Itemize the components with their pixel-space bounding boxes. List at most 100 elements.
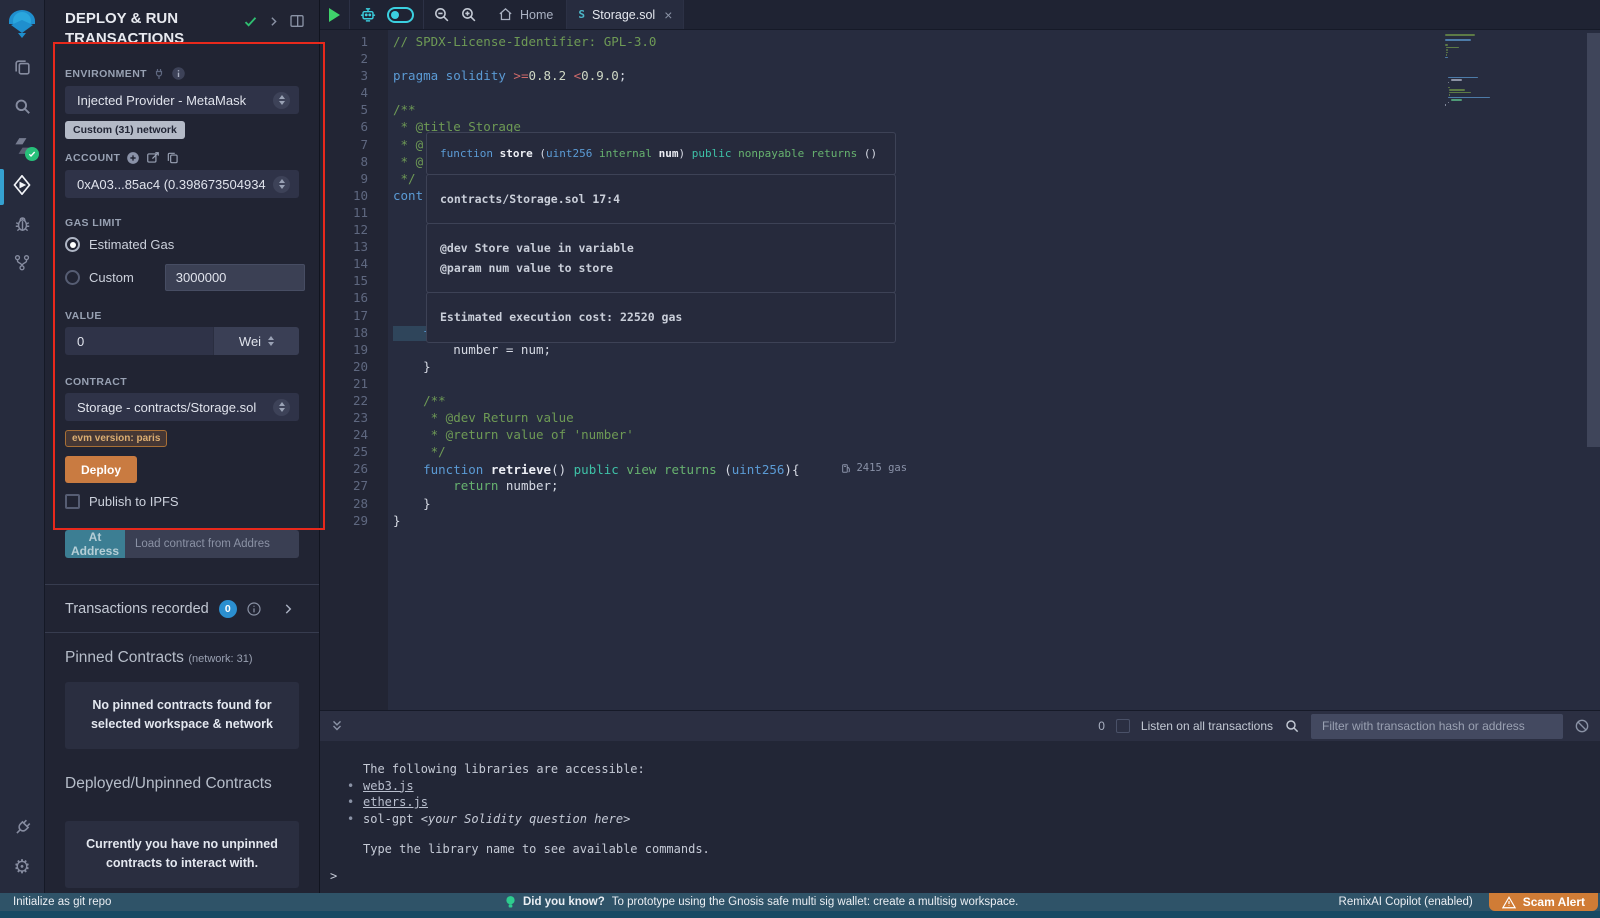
line-number: 20 — [320, 358, 368, 375]
copilot-status[interactable]: RemixAI Copilot (enabled) — [1339, 896, 1473, 908]
panel-title: DEPLOY & RUN TRANSACTIONS — [65, 9, 223, 48]
ai-robot-icon[interactable] — [359, 6, 377, 23]
tip-text: To prototype using the Gnosis safe multi… — [612, 896, 1019, 908]
tooltip-file-location: contracts/Storage.sol 17:4 — [426, 174, 896, 224]
editor-area: Home S Storage.sol × 1234567891011121314… — [320, 0, 1600, 893]
tab-home[interactable]: Home — [487, 7, 557, 22]
remix-logo-icon — [7, 9, 37, 41]
line-number: 10 — [320, 187, 368, 204]
code-line[interactable]: // SPDX-License-Identifier: GPL-3.0 — [393, 33, 1600, 50]
code-line[interactable]: number = num; — [393, 341, 1600, 358]
terminal-line: •sol-gpt <your Solidity question here> — [330, 811, 1600, 828]
copilot-toggle[interactable] — [387, 7, 414, 23]
code-line[interactable]: } — [393, 512, 1600, 529]
environment-info-icon[interactable] — [171, 66, 186, 81]
run-script-button[interactable] — [320, 0, 350, 29]
code-line[interactable] — [393, 50, 1600, 67]
code-line[interactable]: /** — [393, 101, 1600, 118]
code-token: * @dev Return value — [393, 410, 574, 425]
code-line[interactable]: } — [393, 358, 1600, 375]
environment-select[interactable]: Injected Provider - MetaMask — [65, 86, 299, 114]
code-token: uint256 — [546, 147, 592, 160]
terminal-tx-count: 0 — [1098, 719, 1105, 733]
terminal-prompt[interactable]: > — [330, 868, 1600, 885]
custom-gas-option[interactable]: Custom — [65, 264, 299, 291]
sidebar-item-debugger[interactable] — [0, 204, 45, 243]
sidebar-item-file-explorer[interactable] — [0, 48, 45, 87]
code-token: retrieve — [491, 462, 551, 477]
contract-select[interactable]: Storage - contracts/Storage.sol — [65, 393, 299, 421]
listen-all-checkbox[interactable] — [1116, 719, 1130, 733]
copy-account-icon[interactable] — [166, 151, 180, 165]
git-init-button[interactable]: Initialize as git repo — [0, 896, 111, 908]
add-account-icon[interactable] — [126, 151, 140, 165]
publish-ipfs-option[interactable]: Publish to IPFS — [65, 494, 299, 509]
code-line[interactable]: } — [393, 495, 1600, 512]
sign-message-icon[interactable] — [146, 151, 160, 165]
hover-tooltip: function store (uint256 internal num) pu… — [426, 133, 896, 343]
panel-ok-check-icon — [243, 14, 258, 29]
transactions-info-icon[interactable] — [246, 601, 262, 617]
at-address-input[interactable] — [125, 530, 299, 558]
code-line[interactable]: function retrieve() public view returns … — [393, 460, 1600, 477]
terminal-toolbar: 0 Listen on all transactions — [320, 710, 1600, 741]
collapse-chevron-icon[interactable] — [267, 15, 280, 28]
network-badge: Custom (31) network — [65, 121, 185, 139]
sidebar-item-deploy-run[interactable] — [0, 165, 45, 204]
code-line[interactable]: return number; — [393, 477, 1600, 494]
code-token — [804, 147, 811, 160]
zoom-in-icon[interactable] — [460, 6, 477, 23]
library-link[interactable]: ethers.js — [363, 795, 428, 809]
pinned-contracts-title: Pinned Contracts — [65, 649, 184, 666]
value-input[interactable] — [65, 327, 213, 355]
expand-transactions-icon[interactable] — [281, 602, 295, 616]
custom-gas-input[interactable] — [165, 264, 305, 291]
account-select[interactable]: 0xA03...85ac4 (0.398673504934 — [65, 170, 299, 198]
value-unit-select[interactable]: Wei — [213, 327, 299, 355]
code-token: 0.9.0 — [581, 68, 619, 83]
code-token: ; — [619, 68, 627, 83]
code-token: pragma solidity — [393, 68, 513, 83]
editor-toolbar: Home S Storage.sol × — [320, 0, 1600, 30]
editor-scrollbar[interactable] — [1587, 33, 1600, 447]
minimap-line — [1445, 39, 1471, 41]
scam-alert-button[interactable]: Scam Alert — [1489, 893, 1598, 911]
tab-storage-sol[interactable]: S Storage.sol × — [567, 0, 684, 29]
pin-panel-icon[interactable] — [289, 13, 305, 29]
sidebar-item-settings[interactable]: ⚙ — [0, 847, 45, 886]
sidebar-item-git[interactable] — [0, 243, 45, 282]
line-number: 25 — [320, 443, 368, 460]
code-line[interactable] — [393, 375, 1600, 392]
code-token: } — [393, 513, 401, 528]
sidebar-item-search[interactable] — [0, 87, 45, 126]
library-link[interactable]: web3.js — [363, 779, 414, 793]
gas-estimate-badge: 2415 gas — [841, 460, 907, 477]
remix-ai-assistant-button[interactable] — [0, 2, 45, 48]
terminal-filter-input[interactable] — [1311, 714, 1563, 739]
chevron-updown-icon — [273, 399, 290, 416]
code-line[interactable]: * @return value of 'number' — [393, 426, 1600, 443]
code-token: } — [393, 359, 431, 374]
code-line[interactable]: /** — [393, 392, 1600, 409]
sidebar-item-plugin-manager[interactable] — [0, 808, 45, 847]
code-line[interactable]: pragma solidity >=0.8.2 <0.9.0; — [393, 67, 1600, 84]
code-line[interactable]: */ — [393, 443, 1600, 460]
code-line[interactable]: * @dev Return value — [393, 409, 1600, 426]
expand-terminal-icon[interactable] — [330, 719, 344, 733]
code-line[interactable] — [393, 84, 1600, 101]
minimap[interactable] — [1445, 34, 1540, 107]
close-tab-icon[interactable]: × — [664, 7, 672, 23]
estimated-gas-option[interactable]: Estimated Gas — [65, 237, 299, 252]
terminal-output[interactable]: The following libraries are accessible:•… — [320, 741, 1600, 893]
code-editor[interactable]: 1234567891011121314151617181920212223242… — [320, 30, 1600, 710]
tab-home-label: Home — [520, 8, 553, 22]
code-token: ( — [717, 462, 732, 477]
clear-console-icon[interactable] — [1574, 718, 1590, 734]
zoom-out-icon[interactable] — [433, 6, 450, 23]
at-address-button[interactable]: At Address — [65, 530, 125, 558]
code-token: * @ — [393, 154, 423, 169]
sidebar-item-solidity-compiler[interactable] — [0, 126, 45, 165]
deploy-button[interactable]: Deploy — [65, 456, 137, 483]
code-token: >= — [513, 68, 528, 83]
line-number: 7 — [320, 136, 368, 153]
